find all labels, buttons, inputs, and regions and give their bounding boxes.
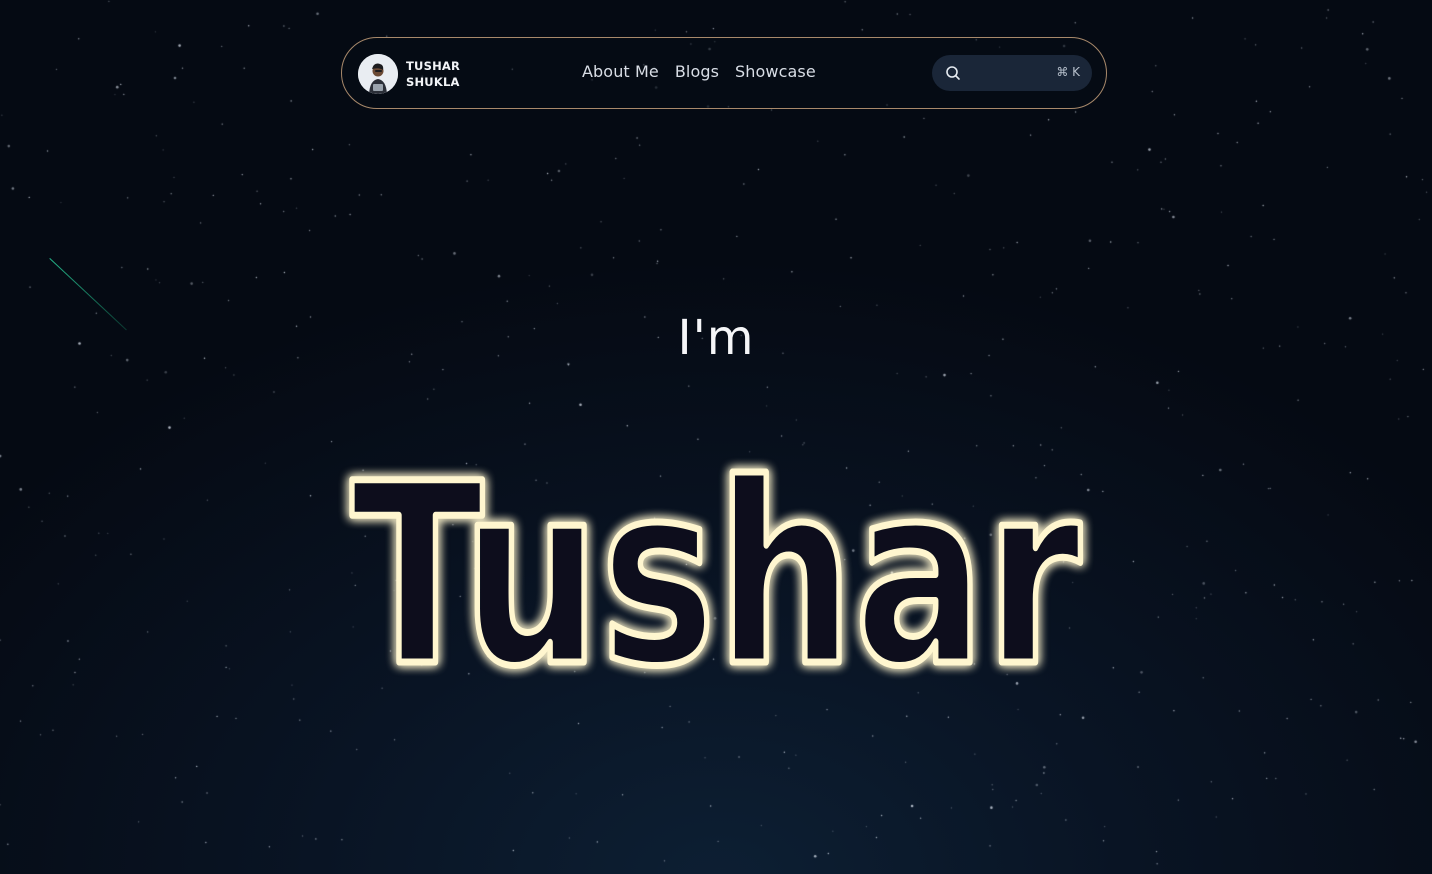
nav-link-about-me[interactable]: About Me: [582, 62, 659, 81]
top-navbar: TUSHAR SHUKLA About Me Blogs Showcase ⌘ …: [341, 37, 1107, 109]
search-shortcut-hint: ⌘ K: [1056, 65, 1080, 79]
brand-name: TUSHAR SHUKLA: [406, 58, 460, 90]
nav-links: About Me Blogs Showcase: [582, 62, 816, 81]
brand-name-line1: TUSHAR: [406, 59, 461, 73]
search-button[interactable]: ⌘ K: [932, 55, 1092, 91]
brand[interactable]: TUSHAR SHUKLA: [358, 54, 460, 94]
avatar: [358, 54, 398, 94]
nav-link-showcase[interactable]: Showcase: [735, 62, 816, 81]
hero-name: Tushar: [348, 430, 1085, 690]
hero-name-text: Tushar: [351, 430, 1081, 690]
nav-link-blogs[interactable]: Blogs: [675, 62, 719, 81]
brand-name-line2: SHUKLA: [406, 75, 460, 89]
search-icon: [945, 65, 961, 85]
hero-intro: I'm: [677, 310, 755, 366]
